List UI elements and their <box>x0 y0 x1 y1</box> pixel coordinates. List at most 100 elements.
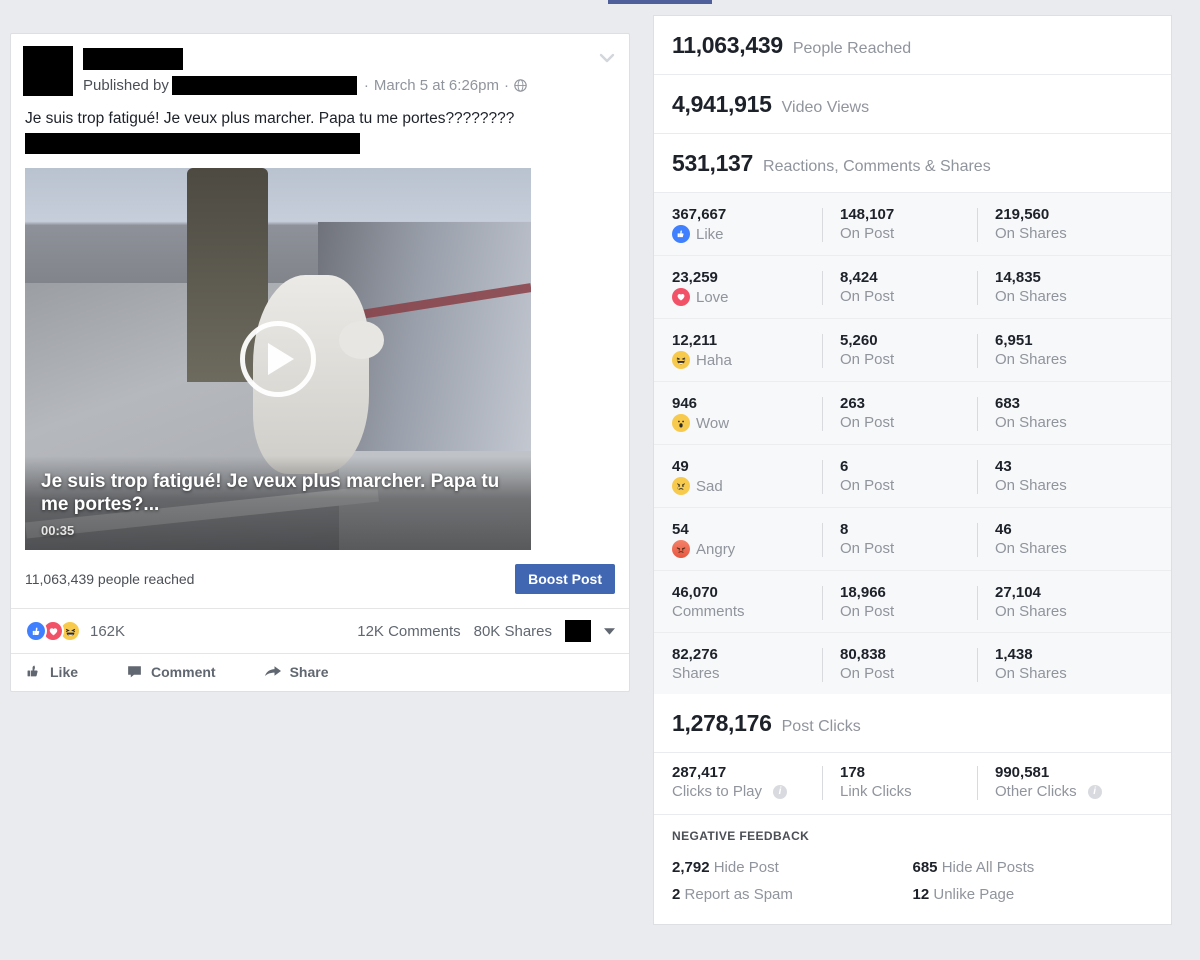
globe-icon <box>514 79 527 92</box>
page-root: Published by · March 5 at 6:26pm · Je su… <box>0 0 1200 960</box>
post-header-text: Published by · March 5 at 6:26pm · <box>83 46 527 96</box>
haha-icon <box>672 351 690 369</box>
row-onshares-value: 219,560 <box>995 206 1050 223</box>
row-onshares-label: On Shares <box>995 414 1067 431</box>
row-onpost-value: 18,966 <box>840 584 886 601</box>
row-label-text: Shares <box>672 665 720 682</box>
info-icon[interactable]: i <box>1087 784 1102 799</box>
share-button[interactable]: Share <box>264 664 329 680</box>
row-onshares-label: On Shares <box>995 288 1067 305</box>
post-reach-row: 11,063,439 people reached Boost Post <box>11 550 629 610</box>
post-card: Published by · March 5 at 6:26pm · Je su… <box>10 33 630 693</box>
reaction-pills[interactable] <box>25 620 81 643</box>
sad-icon <box>672 477 690 495</box>
row-label: Sad <box>672 477 822 495</box>
hide-post-value: 2,792 <box>672 859 710 876</box>
wow-icon <box>672 414 690 432</box>
reactions-count[interactable]: 162K <box>90 623 125 640</box>
engagement-value: 531,137 <box>672 150 754 176</box>
row-label-text: Angry <box>696 540 736 558</box>
boost-post-button[interactable]: Boost Post <box>515 564 615 595</box>
unlike-page-value: 12 <box>912 886 930 903</box>
hide-all-posts-value: 685 <box>912 859 938 876</box>
post-header: Published by · March 5 at 6:26pm · <box>11 34 629 96</box>
row-total-cell: 49 Sad <box>654 458 822 495</box>
row-onpost-cell: 8 On Post <box>822 521 977 557</box>
row-onpost-value: 8,424 <box>840 269 878 286</box>
row-total-value: 367,667 <box>672 206 727 223</box>
row-label: Shares <box>672 665 822 682</box>
negative-feedback-heading: NEGATIVE FEEDBACK <box>672 829 810 843</box>
row-label-text: Love <box>696 288 729 306</box>
insights-panel: 11,063,439 People Reached 4,941,915 Vide… <box>653 15 1172 925</box>
post-clicks-breakdown: 287,417 Clicks to Play i 178 Link Clicks… <box>654 753 1171 815</box>
share-button-label: Share <box>289 663 329 680</box>
row-onshares-value: 43 <box>995 458 1012 475</box>
row-onpost-value: 8 <box>840 521 849 538</box>
other-clicks-cell: 990,581 Other Clicks i <box>977 764 1147 800</box>
row-label: Comments <box>672 603 822 620</box>
shares-count[interactable]: 80K Shares <box>474 623 552 640</box>
reach-text[interactable]: 11,063,439 people reached <box>25 571 194 587</box>
row-onshares-label: On Shares <box>995 477 1067 494</box>
thumbs-up-icon <box>27 665 38 677</box>
row-total-cell: 367,667 Like <box>654 206 822 243</box>
row-onpost-cell: 6 On Post <box>822 458 977 494</box>
comments-count[interactable]: 12K Comments <box>357 623 460 640</box>
row-onpost-value: 80,838 <box>840 646 886 663</box>
engagement-label: Reactions, Comments & Shares <box>763 158 991 175</box>
row-onshares-cell: 1,438 On Shares <box>977 646 1147 682</box>
row-total-cell: 946 Wow <box>654 395 822 432</box>
row-onshares-value: 27,104 <box>995 584 1041 601</box>
table-row: 49 Sad 6 On Post 43 On Shares <box>654 445 1171 508</box>
post-menu-button[interactable] <box>595 48 619 68</box>
link-clicks-label: Link Clicks <box>840 783 912 800</box>
comment-button[interactable]: Comment <box>126 663 216 680</box>
negative-feedback-section: NEGATIVE FEEDBACK 2,792 Hide Post 685 Hi… <box>654 815 1171 924</box>
comment-bubble-icon <box>128 666 141 678</box>
row-onpost-cell: 18,966 On Post <box>822 584 977 620</box>
other-clicks-label: Other Clicks i <box>995 783 1147 800</box>
video-thumbnail[interactable]: Je suis trop fatigué! Je veux plus march… <box>25 168 531 551</box>
like-button[interactable]: Like <box>25 663 78 680</box>
row-total-cell: 82,276 Shares <box>654 646 822 682</box>
like-icon <box>25 620 47 643</box>
clicks-to-play-label: Clicks to Play i <box>672 783 822 800</box>
published-by-label: Published by <box>83 77 169 94</box>
row-onpost-cell: 263 On Post <box>822 395 977 431</box>
row-label-text: Comments <box>672 603 745 620</box>
play-icon[interactable] <box>240 321 316 398</box>
row-onshares-value: 14,835 <box>995 269 1041 286</box>
comment-button-label: Comment <box>151 663 216 680</box>
share-arrow-icon <box>264 666 281 677</box>
row-label: Like <box>672 225 822 243</box>
clicks-to-play-label-text: Clicks to Play <box>672 783 763 800</box>
row-total-value: 12,211 <box>672 332 718 349</box>
row-onshares-cell: 27,104 On Shares <box>977 584 1147 620</box>
table-row: 12,211 Haha 5,260 On Post 6,951 On Share… <box>654 319 1171 382</box>
post-date[interactable]: March 5 at 6:26pm <box>374 77 499 94</box>
link-clicks-cell: 178 Link Clicks <box>822 764 977 800</box>
active-tab-indicator[interactable] <box>608 0 712 4</box>
row-onpost-value: 263 <box>840 395 866 412</box>
other-clicks-value: 990,581 <box>995 764 1050 781</box>
byline-separator-1: · <box>363 77 369 94</box>
report-spam-label: Report as Spam <box>684 886 793 903</box>
row-label-text: Sad <box>696 477 723 495</box>
row-total-cell: 12,211 Haha <box>654 332 822 369</box>
row-total-value: 946 <box>672 395 698 412</box>
byline-separator-2: · <box>503 77 509 94</box>
table-row: 23,259 Love 8,424 On Post 14,835 On Shar… <box>654 256 1171 319</box>
post-actions-row: Like Comment Share <box>11 654 629 691</box>
row-total-value: 82,276 <box>672 646 718 663</box>
chevron-down-icon[interactable] <box>604 627 615 635</box>
list-item: 2,792 Hide Post <box>672 854 913 881</box>
video-views-label: Video Views <box>781 99 870 116</box>
video-duration: 00:35 <box>41 523 75 539</box>
video-caption-overlay: Je suis trop fatigué! Je veux plus march… <box>25 455 531 551</box>
post-message-redacted-line <box>25 133 360 155</box>
row-onshares-value: 46 <box>995 521 1012 538</box>
info-icon[interactable]: i <box>773 784 788 799</box>
row-total-value: 49 <box>672 458 689 475</box>
video-title: Je suis trop fatigué! Je veux plus march… <box>41 470 500 515</box>
